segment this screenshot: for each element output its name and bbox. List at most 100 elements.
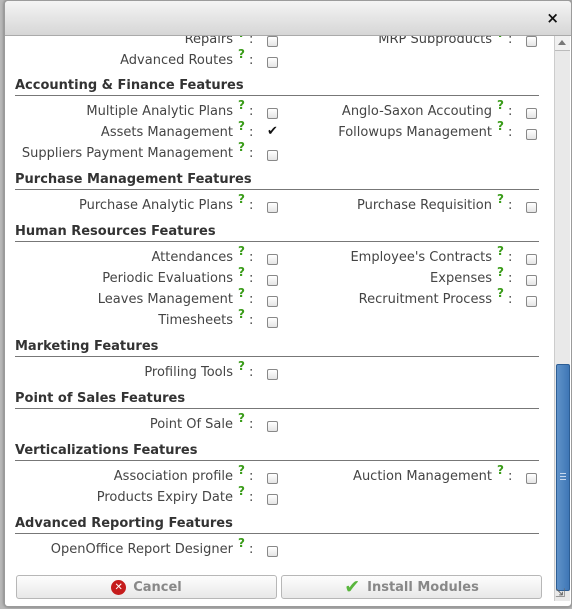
label-separator: :: [249, 271, 254, 286]
label-separator: :: [508, 198, 513, 213]
label-separator: :: [249, 146, 254, 161]
scrollbar[interactable]: [554, 36, 570, 601]
help-icon[interactable]: ?: [238, 265, 245, 279]
help-icon[interactable]: ?: [238, 359, 245, 373]
help-icon[interactable]: ?: [497, 36, 504, 40]
feature-label: Profiling Tools: [144, 365, 233, 380]
feature-checkbox[interactable]: [267, 108, 278, 119]
label-separator: :: [249, 198, 254, 213]
scroll-thumb[interactable]: [556, 364, 570, 591]
cancel-button[interactable]: ✕ Cancel: [16, 575, 277, 599]
feature-checkbox[interactable]: [526, 254, 537, 265]
feature-checkbox[interactable]: [267, 494, 278, 505]
feature-checkbox[interactable]: [526, 129, 537, 140]
label-separator: :: [249, 125, 254, 140]
label-separator: :: [249, 250, 254, 265]
label-separator: :: [249, 53, 254, 68]
features-list: Repairs?: MRP Subproducts?: Advanced Route…: [5, 36, 552, 566]
feature-checkbox[interactable]: [526, 473, 537, 484]
label-separator: :: [249, 490, 254, 505]
help-icon[interactable]: ?: [238, 36, 245, 40]
label-separator: :: [508, 469, 513, 484]
feature-label: Products Expiry Date: [96, 490, 233, 505]
help-icon[interactable]: ?: [238, 536, 245, 550]
install-modules-button[interactable]: ✔ Install Modules: [281, 575, 542, 599]
feature-checkbox[interactable]: [267, 317, 278, 328]
check-icon: ✔: [344, 576, 361, 598]
label-separator: :: [508, 292, 513, 307]
scroll-up-button[interactable]: [555, 36, 570, 51]
dialog-titlebar[interactable]: ×: [5, 1, 571, 36]
feature-label: Expenses: [430, 271, 492, 286]
feature-checkbox[interactable]: [526, 36, 537, 47]
label-separator: :: [508, 104, 513, 119]
feature-checkbox[interactable]: [267, 369, 278, 380]
feature-checkbox[interactable]: [526, 202, 537, 213]
close-icon[interactable]: ×: [546, 9, 559, 27]
section-heading: Marketing Features: [15, 339, 539, 357]
feature-checkbox[interactable]: [267, 36, 278, 47]
help-icon[interactable]: ?: [497, 244, 504, 258]
help-icon[interactable]: ?: [497, 98, 504, 112]
help-icon[interactable]: ?: [238, 411, 245, 425]
feature-checkbox[interactable]: [267, 202, 278, 213]
feature-checkbox[interactable]: [526, 108, 537, 119]
feature-label: Suppliers Payment Management: [21, 146, 233, 161]
section-heading: Purchase Management Features: [15, 172, 539, 190]
label-separator: :: [249, 469, 254, 484]
feature-label: Multiple Analytic Plans: [86, 104, 233, 119]
help-icon[interactable]: ?: [238, 140, 245, 154]
label-separator: :: [508, 125, 513, 140]
feature-checkbox[interactable]: [526, 275, 537, 286]
help-icon[interactable]: ?: [238, 484, 245, 498]
install-modules-dialog: × Repairs?: MRP Subproducts?: Advanced Rou…: [4, 0, 572, 607]
help-icon[interactable]: ?: [238, 307, 245, 321]
feature-checkbox[interactable]: [267, 57, 278, 68]
feature-label: Recruitment Process: [358, 292, 492, 307]
feature-label: Advanced Routes: [120, 53, 233, 68]
feature-label: Periodic Evaluations: [102, 271, 233, 286]
help-icon[interactable]: ?: [497, 286, 504, 300]
feature-checkbox[interactable]: ✔: [267, 124, 278, 140]
label-separator: :: [249, 313, 254, 328]
feature-label: Leaves Management: [97, 292, 233, 307]
help-icon[interactable]: ?: [238, 98, 245, 112]
help-icon[interactable]: ?: [238, 244, 245, 258]
feature-checkbox[interactable]: [267, 473, 278, 484]
label-separator: :: [508, 250, 513, 265]
feature-checkbox[interactable]: [526, 296, 537, 307]
checkmark-icon: ✔: [267, 124, 278, 139]
scroll-grip-icon: [560, 473, 566, 474]
label-separator: :: [249, 542, 254, 557]
help-icon[interactable]: ?: [238, 192, 245, 206]
label-separator: :: [249, 36, 254, 47]
help-icon[interactable]: ?: [238, 47, 245, 61]
feature-checkbox[interactable]: [267, 296, 278, 307]
label-separator: :: [508, 271, 513, 286]
feature-label: Purchase Analytic Plans: [79, 198, 233, 213]
cancel-button-label: Cancel: [133, 579, 182, 595]
resize-handle-icon[interactable]: [554, 586, 569, 603]
help-icon[interactable]: ?: [497, 463, 504, 477]
help-icon[interactable]: ?: [238, 463, 245, 477]
help-icon[interactable]: ?: [238, 286, 245, 300]
help-icon[interactable]: ?: [497, 265, 504, 279]
help-icon[interactable]: ?: [497, 192, 504, 206]
help-icon[interactable]: ?: [238, 119, 245, 133]
feature-checkbox[interactable]: [267, 150, 278, 161]
help-icon[interactable]: ?: [497, 119, 504, 133]
feature-checkbox[interactable]: [267, 421, 278, 432]
feature-checkbox[interactable]: [267, 254, 278, 265]
feature-label: Repairs: [184, 36, 233, 47]
section-heading: Accounting & Finance Features: [15, 78, 539, 96]
label-separator: :: [249, 365, 254, 380]
feature-label: Timesheets: [158, 313, 233, 328]
feature-label: MRP Subproducts: [378, 36, 492, 47]
feature-label: Association profile: [113, 469, 233, 484]
feature-label: Employee's Contracts: [350, 250, 492, 265]
feature-checkbox[interactable]: [267, 275, 278, 286]
label-separator: :: [249, 417, 254, 432]
feature-label: Purchase Requisition: [356, 198, 492, 213]
install-modules-button-label: Install Modules: [367, 579, 479, 595]
feature-checkbox[interactable]: [267, 546, 278, 557]
